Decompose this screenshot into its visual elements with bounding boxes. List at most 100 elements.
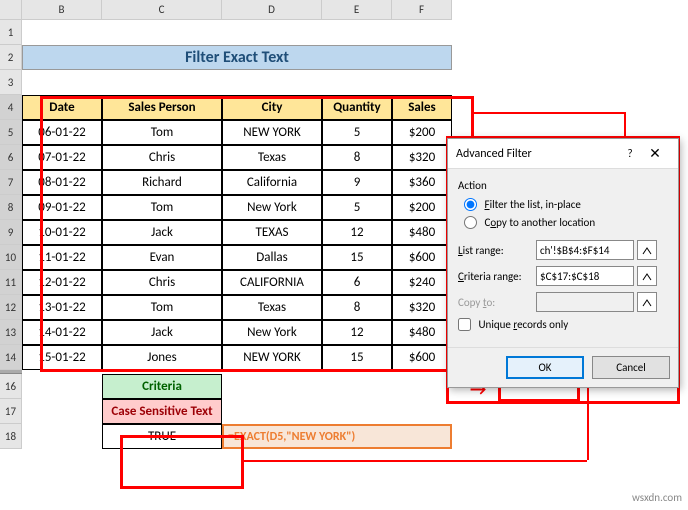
copy-to-picker-icon[interactable] xyxy=(637,292,657,312)
table-cell[interactable]: Chris xyxy=(102,145,222,170)
row-header-12[interactable]: 12 xyxy=(0,295,22,320)
table-cell[interactable]: Jones xyxy=(102,345,222,370)
table-cell[interactable]: Jack xyxy=(102,220,222,245)
table-cell[interactable]: 06-01-22 xyxy=(22,120,102,145)
criteria-range-row: Criteria range: xyxy=(458,266,668,286)
table-cell[interactable]: $200 xyxy=(392,120,452,145)
table-cell[interactable]: CALIFORNIA xyxy=(222,270,322,295)
table-cell[interactable]: 07-01-22 xyxy=(22,145,102,170)
table-cell[interactable]: Tom xyxy=(102,195,222,220)
row-header-11[interactable]: 11 xyxy=(0,270,22,295)
row-header-18[interactable]: 18 xyxy=(0,424,22,449)
table-header: Sales Person xyxy=(102,95,222,120)
table-cell[interactable]: Tom xyxy=(102,120,222,145)
row-header-7[interactable]: 7 xyxy=(0,170,22,195)
table-cell[interactable]: 15 xyxy=(322,245,392,270)
criteria-value[interactable]: TRUE xyxy=(102,424,222,449)
table-cell[interactable]: 14-01-22 xyxy=(22,320,102,345)
row-header-14[interactable]: 14 xyxy=(0,345,22,370)
table-cell[interactable]: Texas xyxy=(222,295,322,320)
table-cell[interactable]: 12 xyxy=(322,320,392,345)
list-range-picker-icon[interactable] xyxy=(637,240,657,260)
table-cell[interactable]: 6 xyxy=(322,270,392,295)
table-cell[interactable]: NEW YORK xyxy=(222,120,322,145)
row-header-16[interactable]: 16 xyxy=(0,374,22,399)
table-cell[interactable]: 12-01-22 xyxy=(22,270,102,295)
watermark: wsxdn.com xyxy=(632,491,682,504)
table-cell[interactable]: $600 xyxy=(392,345,452,370)
table-cell[interactable]: 11-01-22 xyxy=(22,245,102,270)
table-cell[interactable]: Dallas xyxy=(222,245,322,270)
table-cell[interactable]: 8 xyxy=(322,295,392,320)
row-header-6[interactable]: 6 xyxy=(0,145,22,170)
table-cell[interactable]: 8 xyxy=(322,145,392,170)
select-all-corner[interactable] xyxy=(0,0,22,20)
table-cell[interactable]: Texas xyxy=(222,145,322,170)
copy-to-input xyxy=(536,292,634,312)
formula-bar-inline[interactable]: =EXACT(D5,"NEW YORK") xyxy=(222,424,452,449)
row-header-5[interactable]: 5 xyxy=(0,120,22,145)
table-cell[interactable]: Chris xyxy=(102,270,222,295)
row-header-8[interactable]: 8 xyxy=(0,195,22,220)
criteria-label: Case Sensitive Text xyxy=(102,399,222,424)
table-cell[interactable]: TEXAS xyxy=(222,220,322,245)
table-cell[interactable]: 08-01-22 xyxy=(22,170,102,195)
table-cell[interactable]: $480 xyxy=(392,320,452,345)
close-icon[interactable]: ✕ xyxy=(640,145,670,162)
cancel-button[interactable]: Cancel xyxy=(592,356,670,379)
row-header-17[interactable]: 17 xyxy=(0,399,22,424)
table-cell[interactable]: $320 xyxy=(392,145,452,170)
table-cell[interactable]: California xyxy=(222,170,322,195)
criteria-range-picker-icon[interactable] xyxy=(637,266,657,286)
row-header-2[interactable]: 2 xyxy=(0,45,22,70)
table-cell[interactable]: $360 xyxy=(392,170,452,195)
col-header-E[interactable]: E xyxy=(322,0,392,20)
criteria-range-input[interactable] xyxy=(536,266,634,286)
table-cell[interactable]: New York xyxy=(222,195,322,220)
table-cell[interactable]: Evan xyxy=(102,245,222,270)
table-cell[interactable]: Richard xyxy=(102,170,222,195)
table-cell[interactable]: 15 xyxy=(322,345,392,370)
row-header-4[interactable]: 4 xyxy=(0,95,22,120)
unique-checkbox-input[interactable] xyxy=(458,318,471,331)
table-cell[interactable]: $320 xyxy=(392,295,452,320)
table-cell[interactable]: 5 xyxy=(322,120,392,145)
unique-records-checkbox[interactable]: Unique records only xyxy=(458,318,668,331)
table-cell[interactable]: $240 xyxy=(392,270,452,295)
row-header-10[interactable]: 10 xyxy=(0,245,22,270)
table-cell[interactable]: 09-01-22 xyxy=(22,195,102,220)
advanced-filter-dialog: Advanced Filter ? ✕ Action Filter the li… xyxy=(447,138,679,388)
table-cell[interactable]: New York xyxy=(222,320,322,345)
col-header-B[interactable]: B xyxy=(22,0,102,20)
radio-copy-input[interactable] xyxy=(464,216,477,229)
page-title: Filter Exact Text xyxy=(22,45,452,70)
table-cell[interactable]: 12 xyxy=(322,220,392,245)
table-header: Date xyxy=(22,95,102,120)
radio-inplace-input[interactable] xyxy=(464,198,477,211)
table-cell[interactable]: 15-01-22 xyxy=(22,345,102,370)
help-icon[interactable]: ? xyxy=(620,147,640,160)
table-cell[interactable]: $600 xyxy=(392,245,452,270)
row-header-13[interactable]: 13 xyxy=(0,320,22,345)
radio-filter-inplace[interactable]: Filter the list, in-place xyxy=(458,198,668,211)
connector-list-range xyxy=(474,112,624,114)
table-cell[interactable]: 10-01-22 xyxy=(22,220,102,245)
list-range-input[interactable] xyxy=(536,240,634,260)
table-cell[interactable]: 13-01-22 xyxy=(22,295,102,320)
ok-button[interactable]: OK xyxy=(506,356,584,379)
col-header-D[interactable]: D xyxy=(222,0,322,20)
row-header-1[interactable]: 1 xyxy=(0,20,22,45)
row-header-3[interactable]: 3 xyxy=(0,70,22,95)
list-range-row: List range: xyxy=(458,240,668,260)
table-cell[interactable]: Tom xyxy=(102,295,222,320)
table-cell[interactable]: $200 xyxy=(392,195,452,220)
table-cell[interactable]: Jack xyxy=(102,320,222,345)
table-cell[interactable]: 9 xyxy=(322,170,392,195)
row-header-9[interactable]: 9 xyxy=(0,220,22,245)
radio-copy-location[interactable]: Copy to another location xyxy=(458,216,668,229)
table-cell[interactable]: $480 xyxy=(392,220,452,245)
table-cell[interactable]: 5 xyxy=(322,195,392,220)
col-header-F[interactable]: F xyxy=(392,0,452,20)
col-header-C[interactable]: C xyxy=(102,0,222,20)
table-cell[interactable]: NEW YORK xyxy=(222,345,322,370)
